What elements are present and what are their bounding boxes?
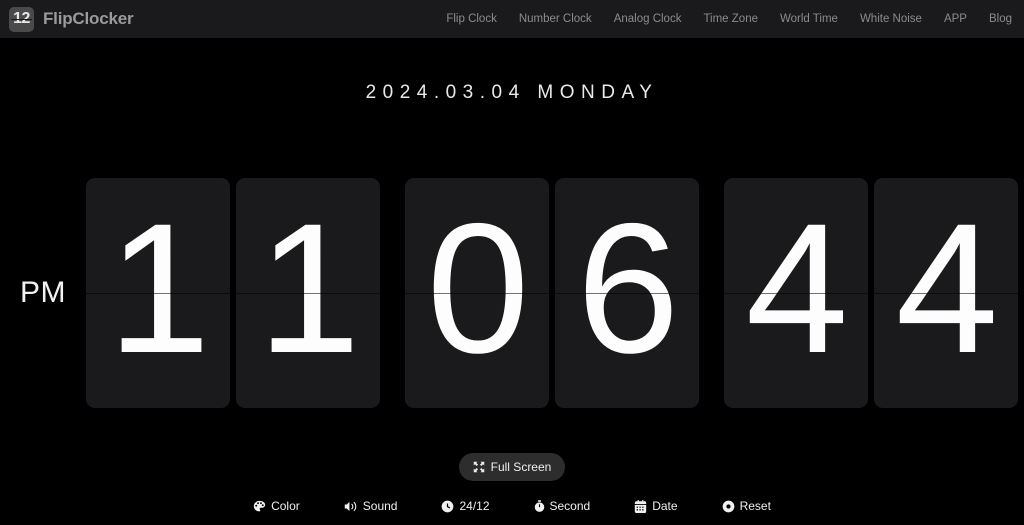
fullscreen-label: Full Screen [490, 460, 552, 474]
card-hinge-line [86, 293, 230, 294]
card-hinge-line [236, 293, 380, 294]
nav-item-flip-clock[interactable]: Flip Clock [446, 13, 496, 25]
flip-card-second-tens[interactable]: 4 [724, 178, 868, 408]
toolbar-button-color[interactable]: Color [253, 499, 300, 513]
expand-arrows-icon [473, 461, 485, 473]
flip-card-minute-tens[interactable]: 0 [405, 178, 549, 408]
nav-item-time-zone[interactable]: Time Zone [703, 13, 758, 25]
toolbar-label-reset: Reset [739, 499, 771, 513]
card-hinge-line [405, 293, 549, 294]
digit-hour-ones: 1 [257, 185, 361, 392]
toolbar-label-24-12: 24/12 [459, 499, 490, 513]
reset-dot-icon [722, 500, 735, 513]
second-group[interactable]: 4 4 [724, 178, 1018, 408]
card-hinge-line [555, 293, 699, 294]
main-nav: Flip Clock Number Clock Analog Clock Tim… [446, 13, 1012, 25]
meridiem-label: PM [20, 276, 66, 309]
toolbar-button-sound[interactable]: Sound [344, 499, 398, 513]
date-display: 2024.03.04 MONDAY [365, 82, 659, 103]
hour-group[interactable]: 1 1 [86, 178, 380, 408]
clock-icon [441, 500, 454, 513]
toolbar-button-reset[interactable]: Reset [722, 499, 771, 513]
stopwatch-icon [534, 499, 545, 513]
digit-second-ones: 4 [895, 185, 999, 392]
brand-logo-group[interactable]: 12 FlipClocker [9, 6, 134, 32]
logo-hinge-line [11, 19, 32, 20]
bottom-toolbar: Color Sound 24/12 Second Date Reset [0, 499, 1024, 513]
minute-group[interactable]: 0 6 [405, 178, 699, 408]
nav-item-analog-clock[interactable]: Analog Clock [614, 13, 682, 25]
palette-icon [253, 500, 266, 513]
toolbar-label-date: Date [652, 499, 678, 513]
brand-name: FlipClocker [43, 9, 134, 28]
site-header: 12 FlipClocker Flip Clock Number Clock A… [0, 0, 1024, 38]
toolbar-button-date[interactable]: Date [634, 499, 678, 513]
fullscreen-button-row: Full Screen [0, 453, 1024, 481]
digit-minute-ones: 6 [576, 185, 680, 392]
digit-second-tens: 4 [745, 185, 849, 392]
digit-hour-tens: 1 [107, 185, 211, 392]
flip-card-hour-ones[interactable]: 1 [236, 178, 380, 408]
toolbar-label-second: Second [549, 499, 591, 513]
card-hinge-line [724, 293, 868, 294]
nav-item-number-clock[interactable]: Number Clock [519, 13, 592, 25]
nav-item-white-noise[interactable]: White Noise [860, 13, 922, 25]
flip-card-minute-ones[interactable]: 6 [555, 178, 699, 408]
clock-main-area: 2024.03.04 MONDAY PM 1 1 0 6 4 4 Full Sc… [0, 38, 1024, 525]
flip-clock: PM 1 1 0 6 4 4 [0, 178, 1024, 408]
nav-item-app[interactable]: APP [944, 13, 967, 25]
calendar-icon [634, 499, 647, 513]
toolbar-button-second[interactable]: Second [534, 499, 591, 513]
toolbar-label-color: Color [271, 499, 300, 513]
flip-card-second-ones[interactable]: 4 [874, 178, 1018, 408]
flip-clock-logo-icon: 12 [9, 6, 34, 32]
digit-minute-tens: 0 [426, 185, 530, 392]
toolbar-label-sound: Sound [362, 499, 398, 513]
toolbar-button-24-12[interactable]: 24/12 [441, 499, 490, 513]
card-hinge-line [874, 293, 1018, 294]
fullscreen-button[interactable]: Full Screen [458, 453, 566, 481]
nav-item-blog[interactable]: Blog [989, 13, 1012, 25]
flip-card-hour-tens[interactable]: 1 [86, 178, 230, 408]
nav-item-world-time[interactable]: World Time [780, 13, 838, 25]
speaker-icon [344, 500, 358, 513]
